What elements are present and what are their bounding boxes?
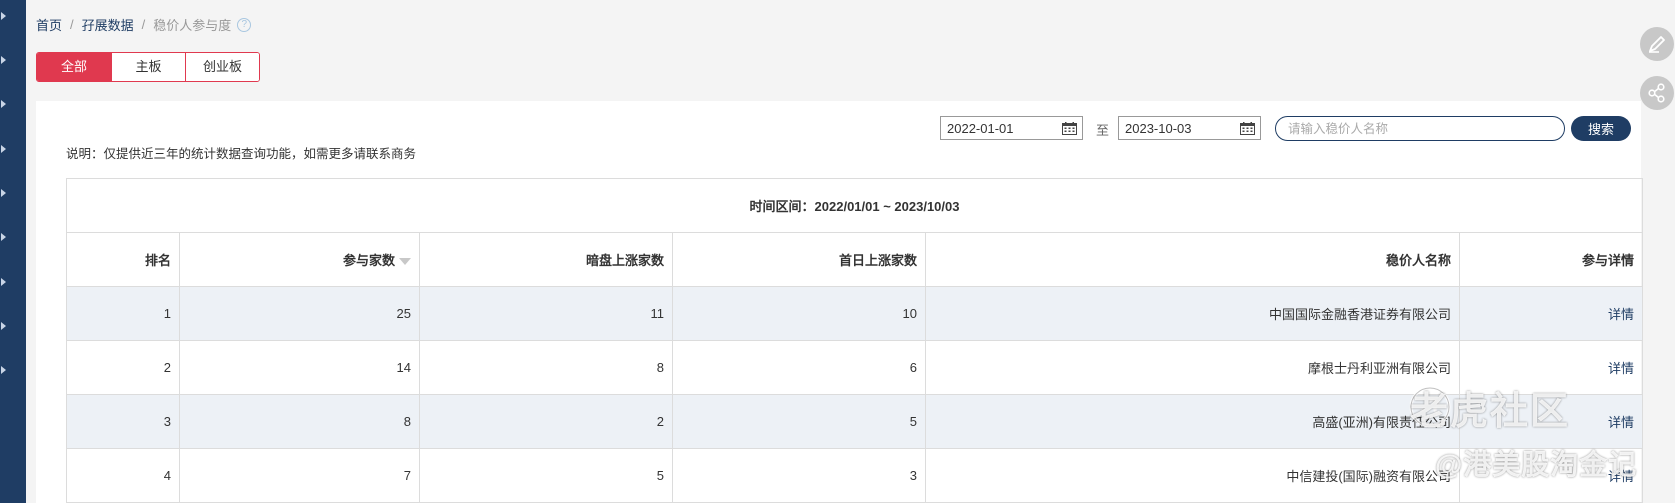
column-header-label: 参与家数 bbox=[342, 253, 395, 268]
cell-rank: 2 bbox=[66, 340, 180, 395]
cell-dark-up: 2 bbox=[419, 394, 673, 449]
cell-name: 中国国际金融香港证券有限公司 bbox=[925, 286, 1460, 341]
cell-rank: 4 bbox=[66, 448, 180, 503]
detail-link[interactable]: 详情 bbox=[1608, 415, 1634, 430]
pen-icon bbox=[1649, 36, 1665, 53]
breadcrumb-home[interactable]: 首页 bbox=[36, 15, 62, 34]
watermark-text: 老虎社区 bbox=[1410, 391, 1571, 433]
expand-arrow-icon[interactable] bbox=[1, 189, 6, 197]
cell-detail: 详情 bbox=[1458, 286, 1644, 341]
cell-dark-up: 5 bbox=[419, 448, 673, 503]
table-row: 4 7 5 3 中信建投(国际)融资有限公司 详情 bbox=[66, 448, 1644, 503]
cell-count: 8 bbox=[179, 394, 420, 449]
detail-link[interactable]: 详情 bbox=[1608, 307, 1634, 322]
cell-name: 高盛(亚洲)有限责任公司 bbox=[925, 394, 1460, 449]
tab-gem-board[interactable]: 创业板 bbox=[185, 53, 259, 81]
share-button[interactable] bbox=[1640, 76, 1674, 110]
column-header-detail: 参与详情 bbox=[1458, 232, 1644, 287]
end-date-picker[interactable]: 2023-10-03 bbox=[1118, 116, 1261, 140]
usage-note: 说明：仅提供近三年的统计数据查询功能，如需更多请联系商务 bbox=[66, 147, 417, 161]
start-date-value: 2022-01-01 bbox=[947, 120, 1014, 136]
breadcrumb-separator: / bbox=[141, 17, 146, 32]
column-header-count[interactable]: 参与家数 bbox=[179, 232, 420, 287]
cell-count: 7 bbox=[179, 448, 420, 503]
expand-arrow-icon[interactable] bbox=[1, 145, 6, 153]
breadcrumb: 首页 / 孖展数据 / 稳价人参与度 ? bbox=[36, 15, 252, 34]
table-row: 2 14 8 6 摩根士丹利亚洲有限公司 详情 bbox=[66, 340, 1644, 395]
table-row: 3 8 2 5 高盛(亚洲)有限责任公司 详情 bbox=[66, 394, 1644, 449]
cell-first-day-up: 10 bbox=[672, 286, 926, 341]
expand-arrow-icon[interactable] bbox=[1, 278, 6, 286]
help-question-icon[interactable]: ? bbox=[237, 17, 252, 32]
left-sidebar bbox=[0, 0, 26, 503]
cell-rank: 1 bbox=[66, 286, 180, 341]
time-range-title: 时间区间：2022/01/01 ~ 2023/10/03 bbox=[65, 178, 1644, 233]
cell-count: 25 bbox=[179, 286, 420, 341]
breadcrumb-current: 稳价人参与度 bbox=[153, 18, 232, 33]
cell-count: 14 bbox=[179, 340, 420, 395]
cell-first-day-up: 3 bbox=[672, 448, 926, 503]
cell-dark-up: 11 bbox=[419, 286, 673, 341]
main-panel: 2022-01-01 至 2023-10-03 请输入稳价人名称 搜索 说明：仅… bbox=[36, 101, 1644, 503]
calendar-icon bbox=[1240, 121, 1255, 135]
expand-arrow-icon[interactable] bbox=[1, 100, 6, 108]
feedback-button[interactable] bbox=[1640, 27, 1674, 61]
column-header-rank: 排名 bbox=[66, 232, 180, 287]
calendar-icon bbox=[1062, 121, 1077, 135]
table-row: 1 25 11 10 中国国际金融香港证券有限公司 详情 bbox=[66, 286, 1644, 341]
breadcrumb-section[interactable]: 孖展数据 bbox=[82, 15, 134, 34]
watermark-handle: @港美股淘金记 bbox=[1435, 449, 1638, 480]
expand-arrow-icon[interactable] bbox=[1, 322, 6, 330]
sort-desc-icon[interactable] bbox=[399, 258, 411, 266]
cell-dark-up: 8 bbox=[419, 340, 673, 395]
cell-first-day-up: 5 bbox=[672, 394, 926, 449]
cell-first-day-up: 6 bbox=[672, 340, 926, 395]
date-range-to-label: 至 bbox=[1096, 123, 1110, 138]
tab-main-board[interactable]: 主板 bbox=[111, 53, 185, 81]
cell-name: 中信建投(国际)融资有限公司 bbox=[925, 448, 1460, 503]
expand-arrow-icon[interactable] bbox=[1, 12, 6, 20]
column-header-name: 稳价人名称 bbox=[925, 232, 1460, 287]
board-tabs: 全部 主板 创业板 bbox=[36, 52, 260, 82]
expand-arrow-icon[interactable] bbox=[1, 366, 6, 374]
detail-link[interactable]: 详情 bbox=[1608, 361, 1634, 376]
cell-rank: 3 bbox=[66, 394, 180, 449]
breadcrumb-separator: / bbox=[70, 17, 74, 32]
tab-all[interactable]: 全部 bbox=[37, 53, 111, 81]
expand-arrow-icon[interactable] bbox=[1, 56, 6, 64]
column-header-dark-up: 暗盘上涨家数 bbox=[419, 232, 673, 287]
start-date-picker[interactable]: 2022-01-01 bbox=[940, 116, 1083, 140]
end-date-value: 2023-10-03 bbox=[1125, 120, 1192, 136]
search-button[interactable]: 搜索 bbox=[1571, 116, 1631, 141]
column-header-first-day-up: 首日上涨家数 bbox=[672, 232, 926, 287]
stabilizer-search-input[interactable] bbox=[1275, 116, 1565, 141]
share-icon bbox=[1648, 83, 1665, 103]
expand-arrow-icon[interactable] bbox=[1, 233, 6, 241]
stabilizer-table: 时间区间：2022/01/01 ~ 2023/10/03 排名 参与家数 暗盘上… bbox=[65, 178, 1644, 503]
cell-name: 摩根士丹利亚洲有限公司 bbox=[925, 340, 1460, 395]
